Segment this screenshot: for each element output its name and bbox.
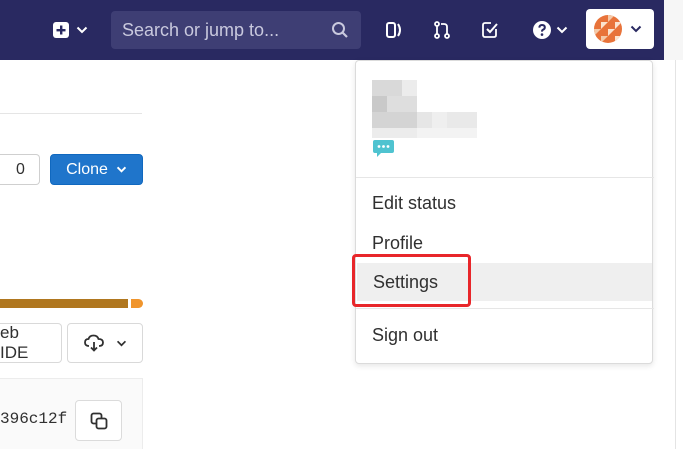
clone-label: Clone (66, 160, 108, 178)
web-ide-button[interactable]: eb IDE (0, 323, 62, 363)
menu-divider (356, 308, 654, 309)
avatar (594, 15, 622, 43)
copy-icon (90, 412, 107, 429)
search-placeholder: Search or jump to... (122, 20, 280, 40)
blurred-username (372, 80, 482, 140)
menu-item-sign-out[interactable]: Sign out (356, 316, 654, 354)
language-bar-segment (131, 299, 143, 308)
window-edge-line (675, 60, 676, 449)
chevron-down-icon (630, 25, 642, 33)
user-menu-button[interactable] (586, 9, 654, 49)
menu-item-label: Settings (373, 271, 439, 292)
user-menu-dropdown: Edit status Profile Settings Sign out (355, 60, 654, 364)
menu-divider (356, 177, 654, 178)
question-circle-icon (533, 21, 551, 39)
avatar-icon (594, 15, 622, 43)
web-ide-label: eb IDE (0, 323, 29, 362)
todos-button[interactable] (476, 16, 504, 44)
section-divider (0, 113, 142, 114)
merge-requests-button[interactable] (428, 16, 456, 44)
plus-square-icon (53, 22, 69, 38)
star-count[interactable]: 0 (0, 154, 40, 185)
menu-item-label: Edit status (372, 192, 457, 213)
copy-sha-button[interactable] (75, 400, 122, 441)
speech-balloon-icon (373, 140, 394, 157)
clone-button[interactable]: Clone (50, 154, 143, 185)
window-edge (664, 0, 683, 60)
menu-item-edit-status[interactable]: Edit status (356, 184, 654, 222)
download-cloud-icon (83, 334, 104, 352)
language-bar (0, 299, 128, 308)
commit-sha: 396c12f (0, 410, 68, 428)
menu-item-profile[interactable]: Profile (356, 224, 654, 262)
help-dropdown[interactable] (525, 14, 575, 46)
menu-item-label: Profile (372, 232, 424, 253)
new-item-dropdown[interactable] (46, 14, 94, 46)
chevron-down-icon (76, 26, 88, 34)
search-icon (332, 22, 348, 38)
menu-item-label: Sign out (372, 324, 439, 345)
search-input[interactable]: Search or jump to... (111, 11, 361, 49)
top-navbar: Search or jump to... (0, 0, 683, 60)
menu-item-settings[interactable]: Settings (357, 263, 652, 301)
sidebar-toggle-icon (386, 22, 401, 38)
download-dropdown[interactable] (67, 323, 143, 363)
merge-request-icon (434, 21, 450, 39)
chevron-down-icon (116, 166, 127, 173)
chevron-down-icon (116, 340, 126, 346)
chevron-down-icon (556, 26, 568, 34)
sidebar-toggle-button[interactable] (380, 16, 408, 44)
todo-check-icon (482, 22, 498, 38)
